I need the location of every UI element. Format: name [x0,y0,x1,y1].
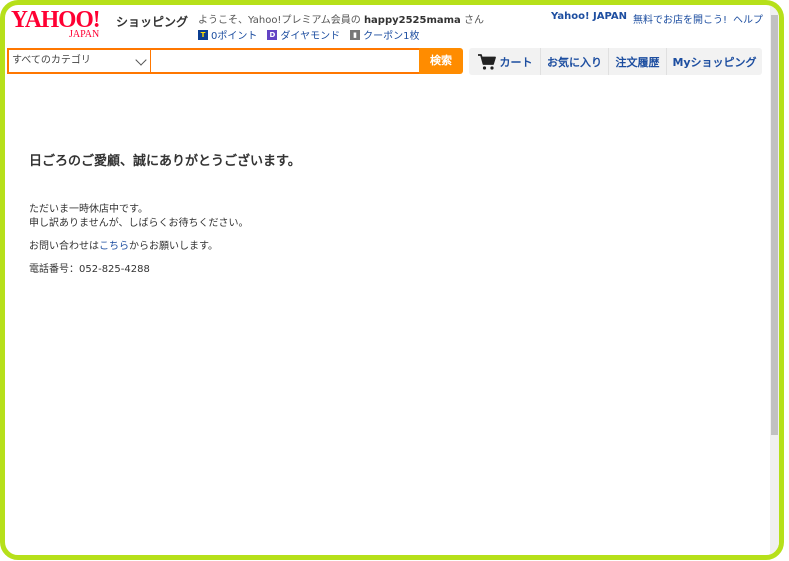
page-frame: YAHOO! JAPAN ショッピング ようこそ、Yahoo!プレミアム会員の … [0,0,784,560]
cart-button[interactable]: カート [469,48,541,75]
yahoo-logo[interactable]: YAHOO! JAPAN [11,8,117,44]
top-links: Yahoo! JAPAN 無料でお店を開こう! ヘルプ [551,11,763,26]
diamond-icon: D [267,29,278,40]
logo-sub: JAPAN [69,29,100,40]
cart-label: カート [499,55,533,69]
contact-prefix: お問い合わせは [29,241,99,252]
contact-notice: お問い合わせはこちらからお願いします。 [29,240,729,254]
contact-link[interactable]: こちら [99,241,129,252]
nav-bar: カート お気に入り 注文履歴 Myショッピング [469,48,762,75]
help-link[interactable]: ヘルプ [733,11,763,26]
orders-button[interactable]: 注文履歴 [609,48,667,75]
category-select[interactable]: すべてのカテゴリ [7,48,151,74]
scrollbar-thumb[interactable] [771,15,778,435]
coupon-icon: ▮ [350,29,361,40]
yahoo-japan-link[interactable]: Yahoo! JAPAN [551,11,627,26]
chevron-down-icon [135,54,147,66]
points-label: 0ポイント [211,31,258,42]
welcome-message: ようこそ、Yahoo!プレミアム会員の happy2525mama さん [198,11,484,26]
search-bar: すべてのカテゴリ 検索 [7,48,463,74]
coupon-link[interactable]: ▮ クーポン1枚 [350,27,419,42]
closed-line-2: 申し訳ありませんが、しばらくお待ちください。 [29,218,249,229]
closed-notice: ただいま一時休店中です。 申し訳ありませんが、しばらくお待ちください。 [29,203,729,231]
open-store-link[interactable]: 無料でお店を開こう! [633,11,727,26]
my-shopping-button[interactable]: Myショッピング [667,48,762,75]
main-content: 日ごろのご愛顧、誠にありがとうございます。 ただいま一時休店中です。 申し訳あり… [29,150,729,277]
contact-suffix: からお願いします。 [129,241,218,252]
favorites-button[interactable]: お気に入り [541,48,609,75]
greeting-heading: 日ごろのご愛顧、誠にありがとうございます。 [29,154,301,169]
welcome-suffix: さん [464,15,484,26]
points-row: T 0ポイント D ダイヤモンド ▮ クーポン1枚 [198,27,419,42]
header: YAHOO! JAPAN ショッピング ようこそ、Yahoo!プレミアム会員の … [5,5,775,45]
coupon-label: クーポン1枚 [363,31,420,42]
phone-number: 電話番号：052-825-4288 [29,264,150,275]
points-link[interactable]: T 0ポイント [198,27,257,42]
search-button[interactable]: 検索 [419,48,463,74]
closed-line-1: ただいま一時休店中です。 [29,204,148,215]
diamond-link[interactable]: D ダイヤモンド [267,27,340,42]
search-input[interactable] [151,48,419,74]
t-point-icon: T [198,29,208,40]
welcome-prefix: ようこそ、Yahoo!プレミアム会員の [198,15,361,26]
service-name[interactable]: ショッピング [116,13,188,30]
diamond-label: ダイヤモンド [280,31,341,42]
cart-icon [477,53,496,70]
username: happy2525mama [363,15,461,26]
scrollbar[interactable] [770,5,779,555]
category-value: すべてのカテゴリ [12,55,91,66]
